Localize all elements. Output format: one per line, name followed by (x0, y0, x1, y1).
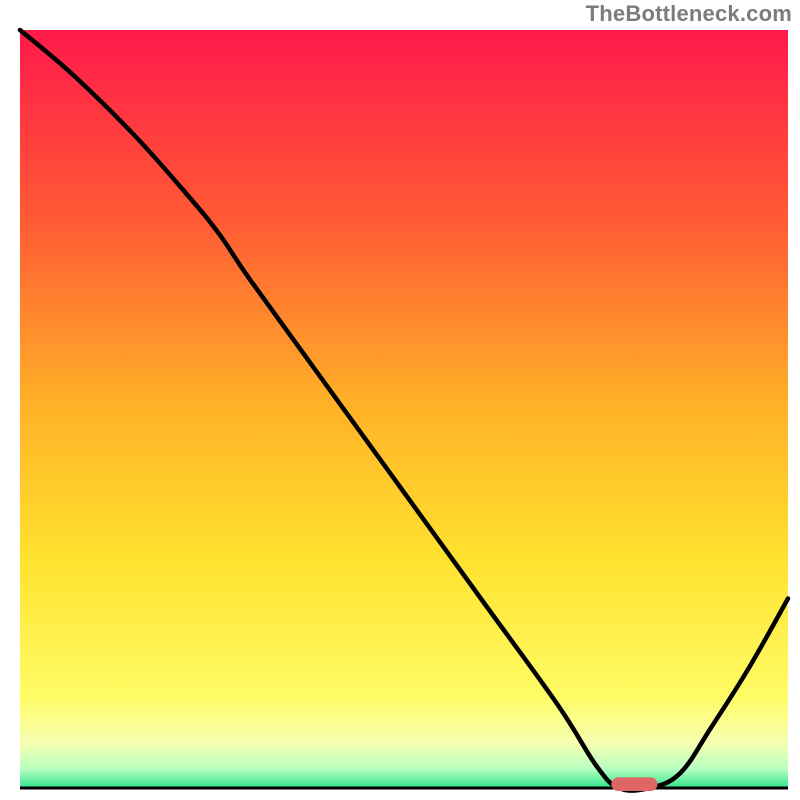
bottleneck-chart (0, 0, 800, 800)
page-root: { "attribution": "TheBottleneck.com", "c… (0, 0, 800, 800)
optimal-range-marker (611, 777, 657, 791)
plot-area (20, 30, 788, 791)
gradient-background (20, 30, 788, 788)
